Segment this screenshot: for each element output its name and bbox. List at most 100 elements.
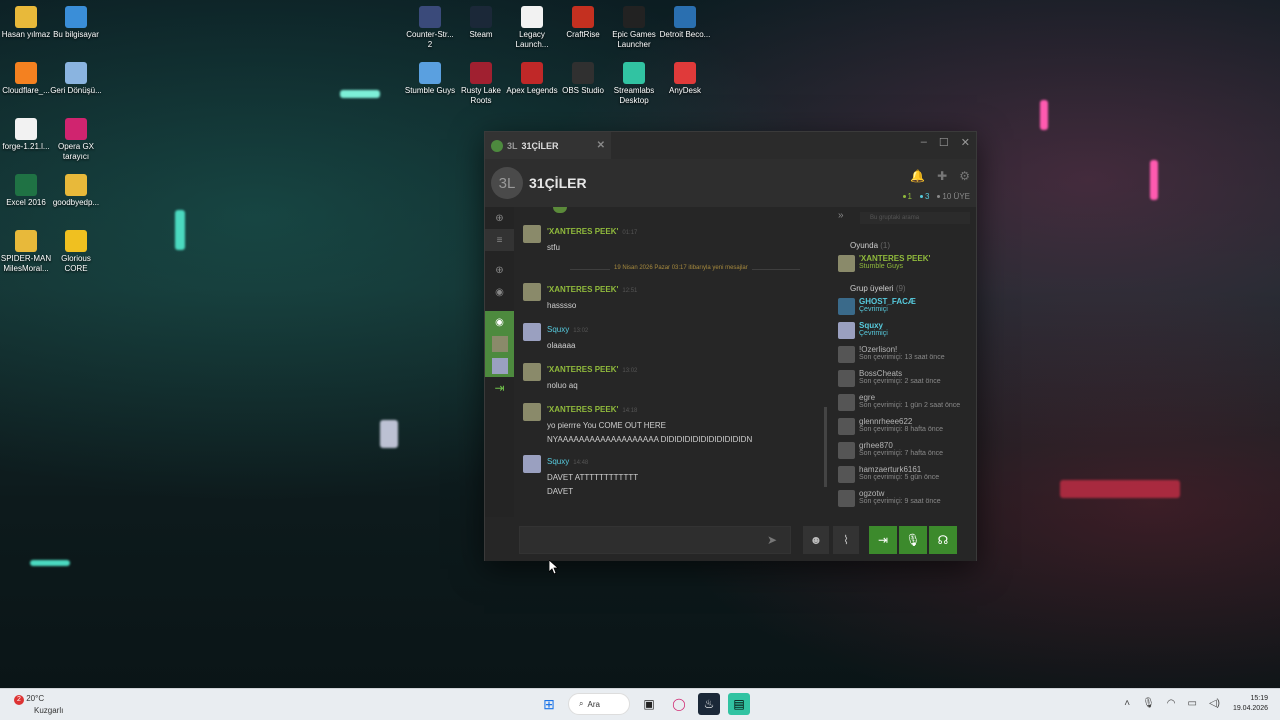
message-author[interactable]: 'XANTERES PEEK' <box>547 227 618 236</box>
desktop-shortcut[interactable]: Epic Games Launcher <box>608 6 660 50</box>
group-avatar[interactable]: 3L <box>491 167 523 199</box>
chat-messages[interactable]: 'XANTERES PEEK' 01:17 stfu 19 Nisan 2026 … <box>515 207 825 513</box>
desktop-shortcut[interactable]: Excel 2016 <box>0 174 52 208</box>
member-status: Son çevrimiçi: 8 hafta önce <box>859 426 944 433</box>
send-icon[interactable]: ➤ <box>767 533 777 547</box>
member-row[interactable]: ogzotw Son çevrimiçi: 9 saat önce <box>838 488 978 508</box>
bell-icon[interactable]: 🔔 <box>910 169 925 183</box>
member-row[interactable]: grhee870 Son çevrimiçi: 7 hafta önce <box>838 440 978 460</box>
gear-icon[interactable]: ⚙ <box>959 169 970 183</box>
clock[interactable]: 15:19 19.04.2026 <box>1233 694 1268 714</box>
avatar[interactable] <box>523 283 541 301</box>
neon-light <box>175 210 185 250</box>
microphone-tray-icon[interactable]: 🎙 <box>1142 698 1155 709</box>
member-row[interactable]: Squxy Çevrimiçi <box>838 320 978 340</box>
chat-scrollbar[interactable] <box>824 407 827 487</box>
message-input[interactable] <box>519 526 791 554</box>
avatar[interactable] <box>523 225 541 243</box>
desktop-shortcut[interactable]: Opera GX tarayıcı <box>50 118 102 162</box>
weather-desc: Kuzgarlı <box>34 706 64 715</box>
opera-gx-taskbar-icon[interactable]: ◯ <box>668 693 690 715</box>
message-time: 12:51 <box>622 288 638 294</box>
group-name[interactable]: 31ÇİLER <box>529 175 587 191</box>
leave-voice-icon[interactable]: ⇥ <box>485 377 514 399</box>
microphone-button[interactable]: 🎙 <box>899 526 927 554</box>
member-row[interactable]: BossCheats Son çevrimiçi: 2 saat önce <box>838 368 978 388</box>
message-author[interactable]: Squxy <box>547 325 569 334</box>
message-author[interactable]: 'XANTERES PEEK' <box>547 365 618 374</box>
member-search-input[interactable]: Bu gruptaki arama <box>860 212 970 224</box>
avatar[interactable] <box>523 323 541 341</box>
desktop-shortcut[interactable]: Geri Dönüşü... <box>50 62 102 96</box>
desktop-shortcut[interactable]: Legacy Launch... <box>506 6 558 50</box>
message-time: 13:02 <box>573 328 589 334</box>
headset-button[interactable]: ☊ <box>929 526 957 554</box>
message-author[interactable]: 'XANTERES PEEK' <box>547 285 618 294</box>
desktop-shortcut[interactable]: Rusty Lake Roots <box>455 62 507 106</box>
member-row[interactable]: glennrheee622 Son çevrimiçi: 8 hafta önce <box>838 416 978 436</box>
desktop-shortcut-label: Glorious CORE <box>61 254 91 273</box>
desktop-shortcut[interactable]: SPIDER-MAN MilesMoral... <box>0 230 52 274</box>
chevron-up-icon[interactable]: ˄ <box>1124 698 1130 709</box>
title-bar[interactable]: 3L 31ÇİLER ✕ – ☐ ✕ <box>485 132 976 159</box>
desktop-shortcut[interactable]: Steam <box>455 6 507 40</box>
desktop-shortcut[interactable]: Detroit Beco... <box>659 6 711 40</box>
attach-button[interactable]: ⌇ <box>833 526 859 554</box>
add-channel-icon[interactable]: ⊕ <box>485 207 514 229</box>
desktop-shortcut[interactable]: Cloudflare_... <box>0 62 52 96</box>
desktop-shortcut[interactable]: AnyDesk <box>659 62 711 96</box>
taskbar-search[interactable]: ⌕ Ara <box>568 693 630 715</box>
close-icon[interactable]: ✕ <box>961 136 970 149</box>
desktop-shortcut[interactable]: forge-1.21.l... <box>0 118 52 152</box>
message-author[interactable]: 'XANTERES PEEK' <box>547 405 618 414</box>
leave-voice-button[interactable]: ⇥ <box>869 526 897 554</box>
close-tab-icon[interactable]: ✕ <box>597 140 605 151</box>
steam-taskbar-icon[interactable]: ♨ <box>698 693 720 715</box>
desktop-shortcut[interactable]: Glorious CORE <box>50 230 102 274</box>
chat-message: 'XANTERES PEEK' 14:18 yo pierrre You COME… <box>523 403 818 447</box>
avatar[interactable] <box>523 403 541 421</box>
emoji-button[interactable]: ☻ <box>803 526 829 554</box>
collapse-members-icon[interactable]: » <box>838 210 844 221</box>
desktop-shortcut[interactable]: Stumble Guys <box>404 62 456 96</box>
text-channel-icon[interactable]: ≡ <box>485 229 514 251</box>
member-row[interactable]: egre Son çevrimiçi: 1 gün 2 saat önce <box>838 392 978 412</box>
chat-tab[interactable]: 3L 31ÇİLER ✕ <box>485 132 611 159</box>
clock-time: 15:19 <box>1250 695 1268 702</box>
minimize-icon[interactable]: – <box>921 136 927 149</box>
desktop-shortcut[interactable]: Hasan yılmaz <box>0 6 52 40</box>
network-icon[interactable]: ▭ <box>1188 698 1197 709</box>
wifi-icon[interactable]: ◠ <box>1167 698 1176 709</box>
voice-user-avatar[interactable] <box>485 333 514 355</box>
voice-channel-icon[interactable]: ◉ <box>485 281 514 303</box>
member-row[interactable]: GHOST_FACÆ Çevrimiçi <box>838 296 978 316</box>
active-voice-channel-icon[interactable]: ◉ <box>485 311 514 333</box>
member-row[interactable]: 'XANTERES PEEK' Stumble Guys <box>838 253 978 273</box>
add-user-icon[interactable]: ✚ <box>937 169 947 183</box>
steam-group-chat-window[interactable]: 3L 31ÇİLER ✕ – ☐ ✕ 3L 31ÇİLER 🔔 ✚ ⚙ 1 3 … <box>484 131 977 561</box>
maximize-icon[interactable]: ☐ <box>939 136 949 149</box>
weather-widget[interactable]: 2 20°C Kuzgarlı <box>14 693 63 716</box>
member-row[interactable]: hamzaerturk6161 Son çevrimiçi: 5 gün önce <box>838 464 978 484</box>
volume-icon[interactable]: ◁) <box>1209 698 1220 709</box>
desktop-shortcut[interactable]: Streamlabs Desktop <box>608 62 660 106</box>
desktop-shortcut[interactable]: Counter-Str... 2 <box>404 6 456 50</box>
message-author[interactable]: Squxy <box>547 457 569 466</box>
desktop-shortcut[interactable]: Bu bilgisayar <box>50 6 102 40</box>
add-voice-channel-icon[interactable]: ⊕ <box>485 259 514 281</box>
voice-user-avatar[interactable] <box>485 355 514 377</box>
member-row[interactable]: !Ozerlison! Son çevrimiçi: 13 saat önce <box>838 344 978 364</box>
separator-text: 19 Nisan 2026 Pazar 03:17 itibarıyla yen… <box>610 265 752 271</box>
member-name: glennrheee622 <box>859 417 913 426</box>
avatar[interactable] <box>523 455 541 473</box>
message-text: yo pierrre You COME OUT HERE NYAAAAAAAAA… <box>547 419 752 447</box>
start-button[interactable]: ⊞ <box>538 693 560 715</box>
avatar[interactable] <box>523 363 541 381</box>
desktop-shortcut[interactable]: goodbyedp... <box>50 174 102 208</box>
message-time: 14:18 <box>622 408 638 414</box>
desktop-shortcut[interactable]: CraftRise <box>557 6 609 40</box>
desktop-shortcut[interactable]: OBS Studio <box>557 62 609 96</box>
task-view-icon[interactable]: ▣ <box>638 693 660 715</box>
streamlabs-taskbar-icon[interactable]: ▤ <box>728 693 750 715</box>
desktop-shortcut[interactable]: Apex Legends <box>506 62 558 96</box>
